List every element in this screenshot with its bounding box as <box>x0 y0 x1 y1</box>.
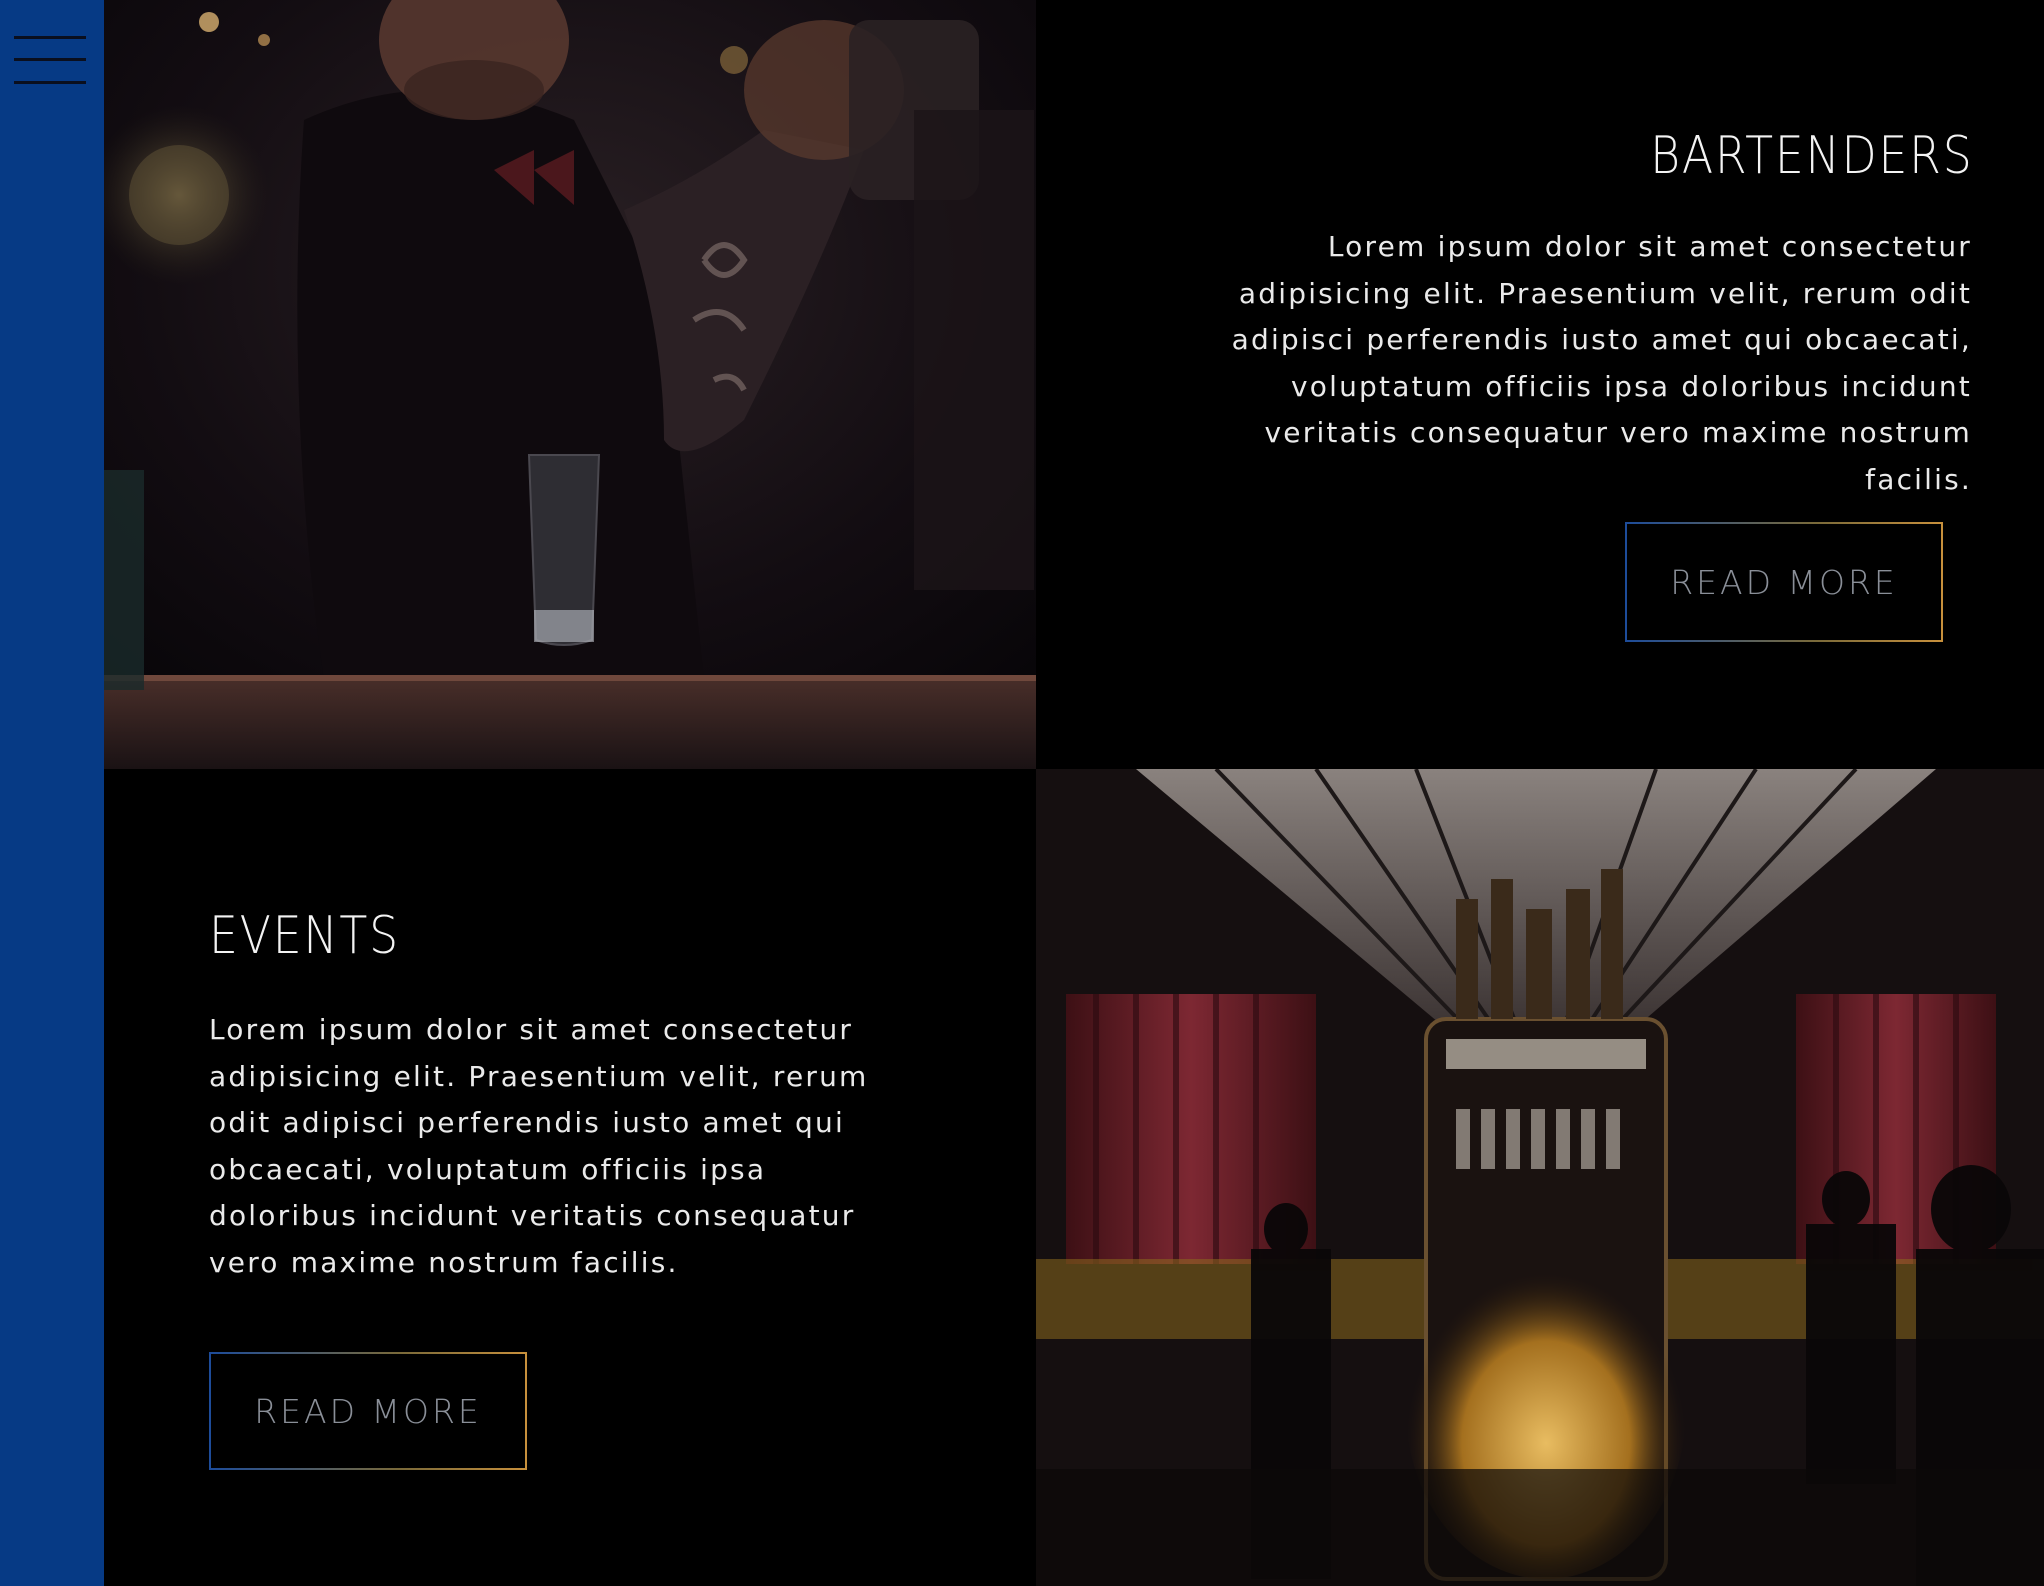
sidebar <box>0 0 104 1586</box>
bar-interior-photo <box>1036 769 2044 1586</box>
bartenders-read-more-button[interactable]: READ MORE <box>1625 522 1943 642</box>
bar-interior-illustration <box>1036 769 2044 1586</box>
bartender-photo-illustration <box>104 0 1036 769</box>
events-read-more-button[interactable]: READ MORE <box>209 1352 527 1470</box>
menu-line <box>14 58 86 61</box>
bartenders-section: BARTENDERS Lorem ipsum dolor sit amet co… <box>1036 0 2044 769</box>
page: BARTENDERS Lorem ipsum dolor sit amet co… <box>0 0 2044 1586</box>
hamburger-menu-icon[interactable] <box>14 36 86 86</box>
bartender-photo <box>104 0 1036 769</box>
bartenders-heading: BARTENDERS <box>1650 126 1974 186</box>
menu-line <box>14 36 86 39</box>
bartenders-description: Lorem ipsum dolor sit amet consectetur a… <box>1231 230 1972 496</box>
menu-line <box>14 81 86 84</box>
events-heading: EVENTS <box>209 906 400 966</box>
events-description: Lorem ipsum dolor sit amet consectetur a… <box>209 1013 869 1279</box>
